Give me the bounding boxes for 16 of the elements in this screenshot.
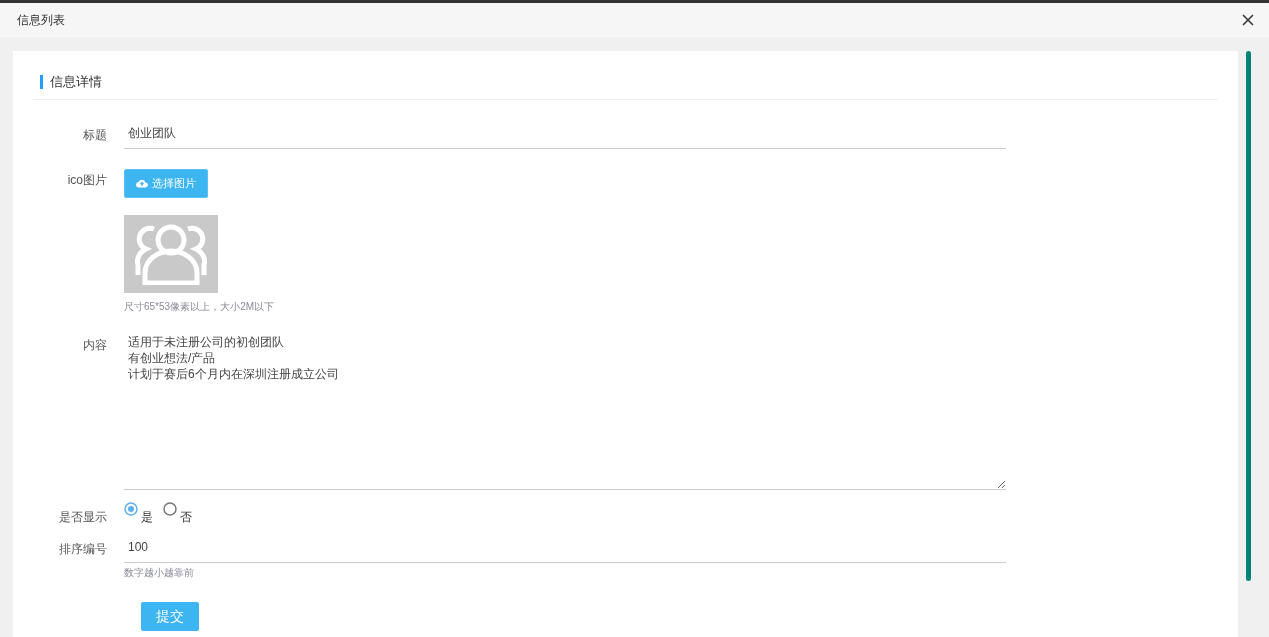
content-textarea[interactable]: 适用于未注册公司的初创团队 有创业想法/产品 计划于赛后6个月内在深圳注册成立公司: [124, 329, 1006, 490]
hint-text: 尺寸65*53像素以上，大小2M以下: [124, 299, 276, 314]
field-label: 排序编号: [58, 540, 108, 558]
radio-label[interactable]: 是: [141, 507, 153, 526]
field-label: 是否显示: [58, 508, 108, 526]
hint-text: 数字越小越靠前: [124, 565, 195, 580]
close-icon[interactable]: [1241, 13, 1255, 27]
scrollbar-thumb[interactable]: [1246, 51, 1251, 581]
field-label: 内容: [82, 336, 108, 354]
radio-label[interactable]: 否: [180, 507, 192, 526]
section-title: 信息详情: [40, 75, 1218, 89]
cloud-upload-icon: [136, 178, 148, 189]
field-label: ico图片: [66, 172, 108, 189]
window-title: 信息列表: [17, 12, 65, 29]
field-label: 标题: [82, 127, 108, 144]
group-avatar-icon: [134, 222, 208, 285]
